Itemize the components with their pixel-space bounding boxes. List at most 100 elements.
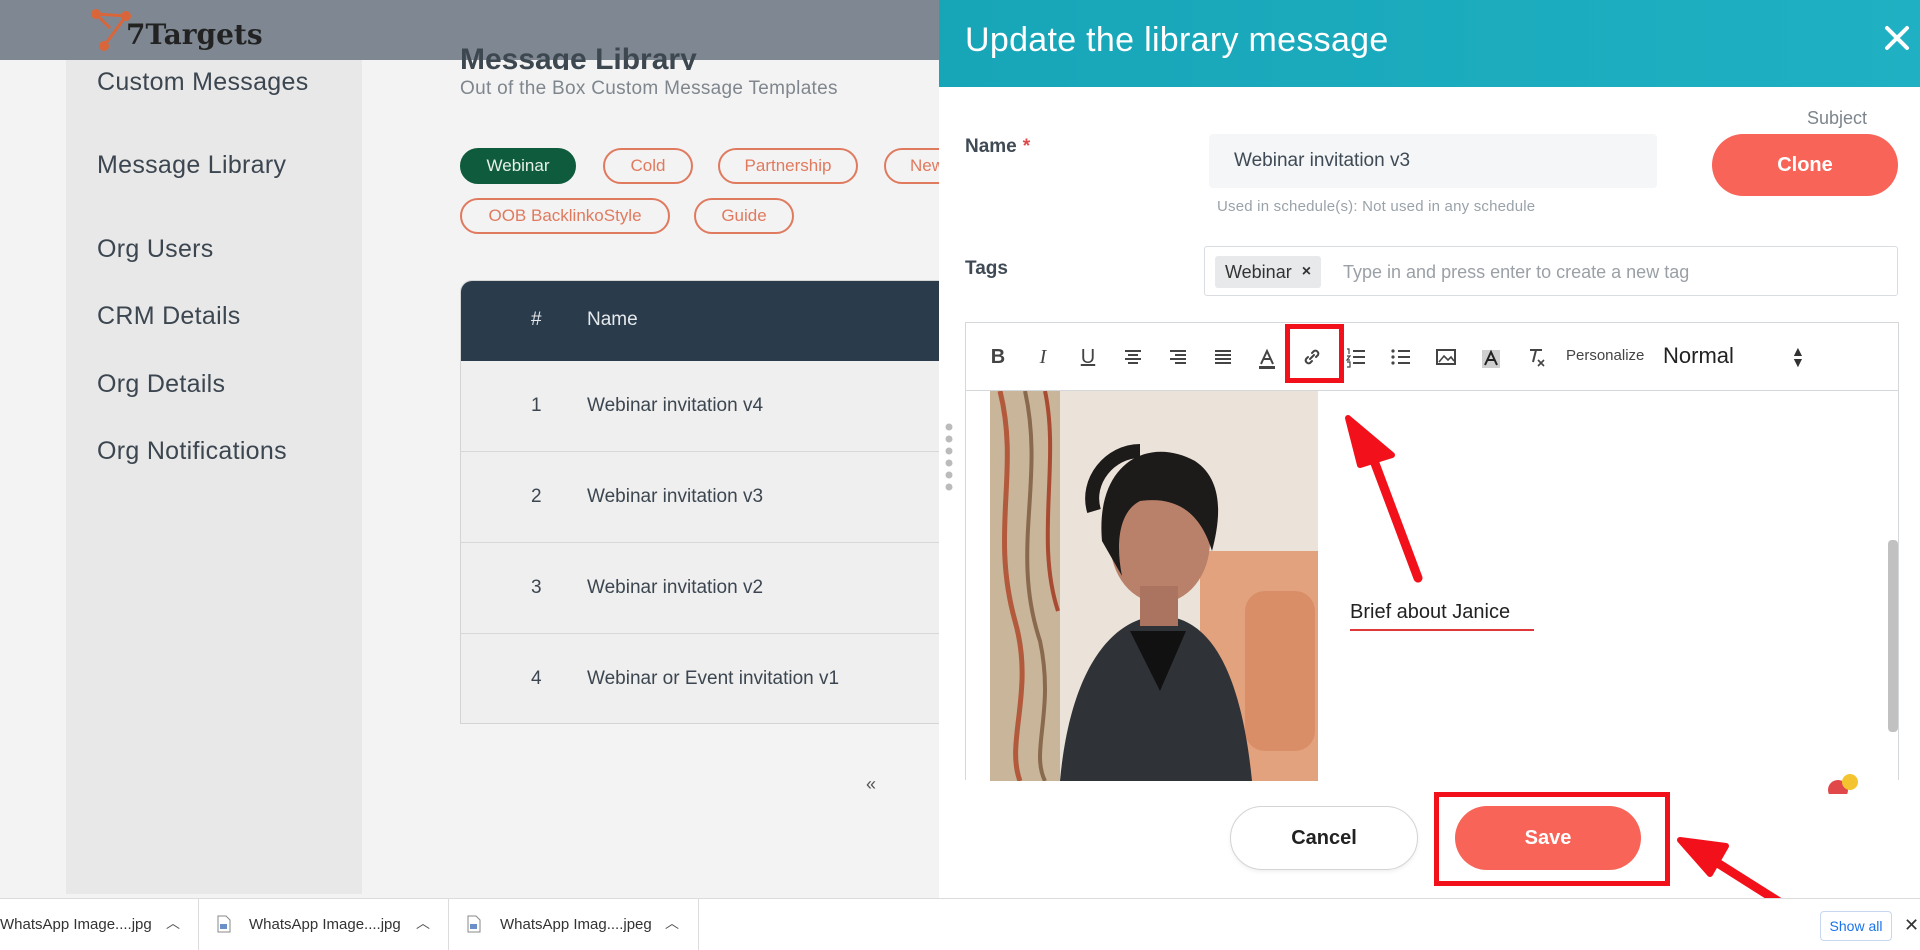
italic-button[interactable]: I	[1029, 343, 1057, 371]
logo-text: 7Targets	[126, 17, 263, 51]
align-right-button[interactable]	[1164, 343, 1192, 371]
subject-label: Subject	[1807, 108, 1868, 128]
background-color-button[interactable]	[1477, 345, 1505, 373]
download-item[interactable]: WhatsApp Imag....jpeg ︿	[449, 899, 699, 950]
chevron-up-icon[interactable]: ︿	[416, 913, 430, 933]
align-justify-button[interactable]	[1209, 343, 1237, 371]
filter-tag-cold[interactable]: Cold	[603, 148, 693, 184]
ordered-list-icon	[1345, 348, 1365, 368]
page-title: Message Library	[460, 43, 697, 70]
table-row[interactable]: 4 Webinar or Event invitation v1	[461, 634, 939, 723]
cancel-button[interactable]: Cancel	[1230, 806, 1418, 870]
ordered-list-button[interactable]	[1342, 343, 1370, 371]
chevron-up-icon[interactable]: ︿	[665, 913, 679, 933]
table-row[interactable]: 3 Webinar invitation v2	[461, 543, 939, 634]
image-icon	[1436, 349, 1456, 365]
editor-body-text: Brief about Janice	[1350, 601, 1511, 623]
download-bar: WhatsApp Image....jpg ︿ WhatsApp Image..…	[0, 898, 1920, 950]
screen: { "app": { "logo_text": "7Targets" }, "s…	[0, 0, 1920, 950]
format-select[interactable]: Normal ▲ ▼	[1663, 343, 1805, 373]
select-arrows-icon: ▲ ▼	[1791, 343, 1805, 370]
bullet-list-button[interactable]	[1387, 343, 1415, 371]
drag-handle-icon[interactable]	[944, 422, 954, 492]
table-header: # Name	[461, 281, 939, 361]
tags-field[interactable]: Webinar ×	[1204, 246, 1898, 296]
name-label: Name *	[965, 136, 1030, 158]
tag-chip-webinar: Webinar ×	[1215, 256, 1322, 288]
save-highlight-box	[1434, 792, 1670, 886]
align-right-icon	[1170, 350, 1186, 364]
name-label-text: Name	[965, 136, 1017, 157]
personalize-button[interactable]: Personalize	[1566, 347, 1644, 364]
pager-prev-button[interactable]: «	[866, 774, 876, 795]
table-row[interactable]: 1 Webinar invitation v4	[461, 361, 939, 452]
background-color-icon	[1482, 349, 1500, 368]
portrait-image	[990, 391, 1318, 781]
table-row[interactable]: 2 Webinar invitation v3	[461, 452, 939, 543]
download-filename: WhatsApp Image....jpg	[0, 916, 152, 933]
align-justify-icon	[1215, 350, 1231, 364]
modal-title: Update the library message	[965, 21, 1389, 59]
page-subtitle: Out of the Box Custom Message Templates	[460, 78, 838, 99]
image-button[interactable]	[1432, 343, 1460, 371]
file-icon	[467, 915, 481, 933]
clear-format-icon	[1530, 349, 1545, 367]
spellcheck-underline	[1350, 629, 1534, 631]
sidebar-item-crm-details[interactable]: CRM Details	[97, 302, 241, 331]
underline-button[interactable]: U	[1074, 343, 1102, 371]
row-name: Webinar invitation v4	[587, 395, 764, 416]
required-mark: *	[1022, 136, 1031, 157]
clear-format-button[interactable]	[1522, 343, 1550, 371]
format-select-value: Normal	[1663, 343, 1734, 368]
close-download-bar-icon[interactable]: ✕	[1904, 915, 1919, 936]
row-number: 2	[531, 486, 542, 507]
chevron-up-icon[interactable]: ︿	[166, 913, 180, 933]
modal-header: Update the library message	[939, 0, 1920, 87]
filter-tag-guide[interactable]: Guide	[694, 198, 794, 234]
column-header-name[interactable]: Name	[587, 309, 638, 331]
download-filename: WhatsApp Image....jpg	[249, 916, 401, 933]
sidebar-item-message-library[interactable]: Message Library	[97, 151, 286, 180]
update-message-modal: Update the library message Name * Subject…	[939, 0, 1920, 898]
bold-button[interactable]: B	[984, 343, 1012, 371]
editor-scrollbar[interactable]	[1888, 540, 1898, 732]
sidebar	[66, 60, 362, 894]
download-item[interactable]: WhatsApp Image....jpg ︿	[0, 899, 199, 950]
text-color-icon	[1259, 348, 1275, 369]
row-name: Webinar or Event invitation v1	[587, 668, 840, 689]
sidebar-item-custom-messages[interactable]: Custom Messages	[97, 68, 309, 97]
download-item[interactable]: WhatsApp Image....jpg ︿	[199, 899, 449, 950]
filter-tag-partnership[interactable]: Partnership	[718, 148, 858, 184]
align-center-button[interactable]	[1119, 343, 1147, 371]
row-number: 4	[531, 668, 542, 689]
link-highlight-box	[1285, 324, 1344, 383]
sidebar-item-org-notifications[interactable]: Org Notifications	[97, 437, 287, 466]
text-color-button[interactable]	[1253, 345, 1281, 373]
clone-button[interactable]: Clone	[1712, 134, 1898, 196]
bullet-list-icon	[1391, 349, 1410, 365]
emoji-widget-icon[interactable]	[1822, 770, 1862, 794]
align-center-icon	[1125, 350, 1141, 364]
message-table: # Name 1 Webinar invitation v4 2 Webinar…	[460, 280, 940, 724]
filter-tag-webinar[interactable]: Webinar	[460, 148, 576, 184]
name-input[interactable]	[1209, 134, 1657, 188]
close-icon[interactable]	[1879, 20, 1915, 56]
tag-chip-label: Webinar	[1225, 261, 1292, 282]
sidebar-item-org-details[interactable]: Org Details	[97, 370, 225, 399]
editor-content[interactable]: Brief about Janice	[966, 391, 1898, 781]
download-filename: WhatsApp Imag....jpeg	[500, 916, 652, 933]
show-all-downloads-button[interactable]: Show all	[1820, 911, 1892, 941]
tag-input[interactable]	[1343, 257, 1873, 287]
column-header-number[interactable]: #	[531, 309, 542, 331]
file-icon	[217, 915, 231, 933]
app-logo[interactable]: 7Targets	[88, 6, 263, 54]
sidebar-item-org-users[interactable]: Org Users	[97, 235, 214, 264]
row-name: Webinar invitation v3	[587, 486, 764, 507]
remove-tag-icon[interactable]: ×	[1302, 263, 1311, 281]
embedded-photo	[990, 391, 1318, 781]
filter-tag-oob-backlinkostyle[interactable]: OOB BacklinkoStyle	[460, 198, 670, 234]
rich-text-editor: B I U Personalize Normal ▲ ▼ Brief about…	[965, 322, 1899, 781]
tags-label: Tags	[965, 258, 1008, 279]
editor-toolbar: B I U Personalize Normal ▲ ▼	[966, 323, 1898, 391]
row-name: Webinar invitation v2	[587, 577, 764, 598]
